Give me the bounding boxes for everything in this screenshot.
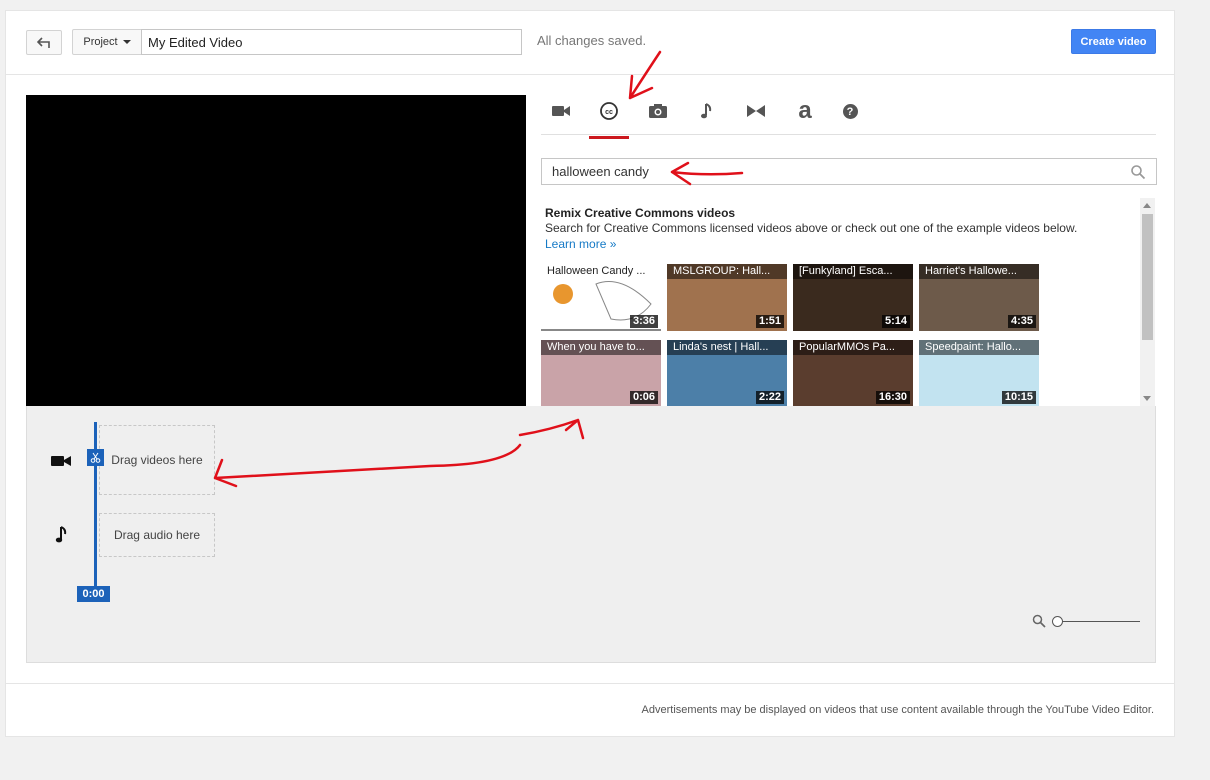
video-preview[interactable]: [26, 95, 526, 406]
results-panel: Remix Creative Commons videos Search for…: [541, 198, 1155, 406]
tab-photos[interactable]: [638, 101, 678, 135]
tab-text[interactable]: a: [785, 97, 825, 135]
video-title: PopularMMOs Pa...: [793, 340, 913, 355]
video-track-icon: [51, 456, 71, 466]
video-title: Linda's nest | Hall...: [667, 340, 787, 355]
search-icon[interactable]: [1130, 164, 1146, 180]
video-duration: 16:30: [875, 391, 910, 404]
video-title: When you have to...: [541, 340, 661, 355]
video-duration: 3:36: [629, 315, 658, 328]
media-tabs: cc a ?: [541, 95, 1156, 139]
header-divider: [6, 74, 1174, 75]
chevron-down-icon: [122, 40, 131, 44]
video-camera-icon: [552, 106, 570, 116]
zoom-slider[interactable]: [1057, 621, 1140, 622]
video-thumbnail[interactable]: Harriet's Hallowe... 4:35: [919, 264, 1039, 331]
transitions-icon: [747, 105, 765, 117]
video-title: MSLGROUP: Hall...: [667, 264, 787, 279]
music-note-icon: [701, 103, 712, 119]
video-title: Harriet's Hallowe...: [919, 264, 1039, 279]
search-input[interactable]: [542, 159, 1122, 184]
video-thumbnail[interactable]: MSLGROUP: Hall... 1:51: [667, 264, 787, 331]
video-duration: 4:35: [1007, 315, 1036, 328]
split-button[interactable]: [87, 449, 104, 466]
creative-commons-icon: cc: [600, 102, 618, 120]
save-status: All changes saved.: [537, 33, 647, 48]
video-duration: 1:51: [755, 315, 784, 328]
learn-more-link[interactable]: Learn more »: [545, 237, 616, 251]
create-video-button[interactable]: Create video: [1071, 29, 1156, 54]
video-duration: 2:22: [755, 391, 784, 404]
scroll-thumb[interactable]: [1142, 214, 1153, 340]
tab-creative-commons[interactable]: cc: [589, 101, 629, 139]
timeline: Drag videos here Drag audio here 0:00: [26, 406, 1156, 663]
back-arrow-icon: [37, 36, 50, 48]
project-menu-button[interactable]: Project: [72, 29, 142, 55]
svg-text:cc: cc: [605, 109, 613, 116]
cc-description: Search for Creative Commons licensed vid…: [545, 221, 1078, 235]
video-thumbnail[interactable]: Speedpaint: Hallo... 10:15: [919, 340, 1039, 406]
video-thumbnail[interactable]: PopularMMOs Pa... 16:30: [793, 340, 913, 406]
footer-divider: [6, 683, 1174, 684]
scroll-down-icon[interactable]: [1143, 396, 1151, 401]
audio-track-icon: [55, 526, 67, 543]
back-button[interactable]: [26, 30, 62, 55]
video-thumbnail[interactable]: [Funkyland] Esca... 5:14: [793, 264, 913, 331]
video-title: Speedpaint: Hallo...: [919, 340, 1039, 355]
photo-camera-icon: [649, 104, 667, 118]
zoom-slider-handle[interactable]: [1052, 616, 1063, 627]
video-thumbnail[interactable]: When you have to... 0:06: [541, 340, 661, 406]
text-icon: a: [798, 97, 812, 124]
video-title: [Funkyland] Esca...: [793, 264, 913, 279]
video-title-input[interactable]: [141, 29, 522, 55]
editor-panel: Project All changes saved. Create video …: [5, 10, 1175, 737]
results-scrollbar[interactable]: [1140, 198, 1155, 406]
scissors-icon: [90, 452, 101, 463]
project-label: Project: [83, 36, 118, 48]
video-thumbnail[interactable]: Linda's nest | Hall... 2:22: [667, 340, 787, 406]
tab-video[interactable]: [541, 101, 581, 135]
tab-help[interactable]: ?: [830, 101, 870, 135]
scroll-up-icon[interactable]: [1143, 203, 1151, 208]
tab-audio[interactable]: [687, 101, 727, 135]
tab-transitions[interactable]: [736, 101, 776, 135]
current-time: 0:00: [77, 586, 110, 602]
video-duration: 0:06: [629, 391, 658, 404]
video-duration: 10:15: [1001, 391, 1036, 404]
footer-note: Advertisements may be displayed on video…: [641, 704, 1154, 716]
help-icon: ?: [842, 104, 858, 119]
video-title: Halloween Candy ...: [541, 264, 661, 279]
audio-drop-zone[interactable]: Drag audio here: [99, 513, 215, 557]
video-thumbnail[interactable]: Halloween Candy ... 3:36: [541, 264, 661, 331]
video-duration: 5:14: [881, 315, 910, 328]
cc-heading: Remix Creative Commons videos: [545, 206, 736, 220]
video-drop-zone[interactable]: Drag videos here: [99, 425, 215, 495]
search-bar: [541, 158, 1157, 185]
zoom-icon: [1032, 614, 1046, 628]
